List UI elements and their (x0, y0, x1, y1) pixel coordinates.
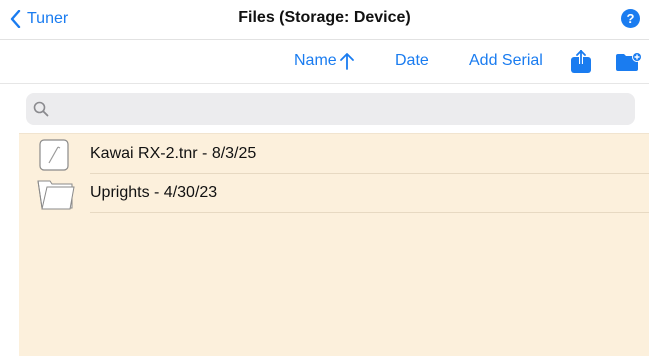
toolbar: Name Date Add Serial (0, 40, 649, 84)
files-screen: Tuner Files (Storage: Device) ? Name Dat… (0, 0, 649, 356)
row-divider (90, 212, 649, 213)
navigation-bar: Tuner Files (Storage: Device) ? (0, 0, 649, 40)
search-icon (33, 101, 49, 117)
folder-name: Uprights - 4/30/23 (90, 184, 218, 201)
file-name: Kawai RX-2.tnr - 8/3/25 (90, 145, 257, 162)
sort-by-name-label: Name (294, 52, 337, 69)
sort-by-name-button[interactable]: Name (294, 52, 355, 70)
add-serial-button[interactable]: Add Serial (469, 52, 543, 70)
folder-icon (37, 180, 75, 210)
help-button[interactable]: ? (621, 9, 640, 28)
file-list: Kawai RX-2.tnr - 8/3/25 Uprights - 4/30/… (19, 133, 649, 356)
search-bar (26, 93, 635, 127)
document-icon (39, 139, 69, 171)
list-item[interactable]: Kawai RX-2.tnr - 8/3/25 (19, 135, 649, 174)
sort-by-date-button[interactable]: Date (395, 52, 429, 70)
new-folder-icon[interactable] (615, 52, 643, 72)
share-icon[interactable] (570, 50, 592, 74)
arrow-up-icon (339, 53, 354, 70)
search-input[interactable] (56, 93, 630, 127)
page-title: Files (Storage: Device) (238, 9, 411, 26)
list-item[interactable]: Uprights - 4/30/23 (19, 174, 649, 213)
